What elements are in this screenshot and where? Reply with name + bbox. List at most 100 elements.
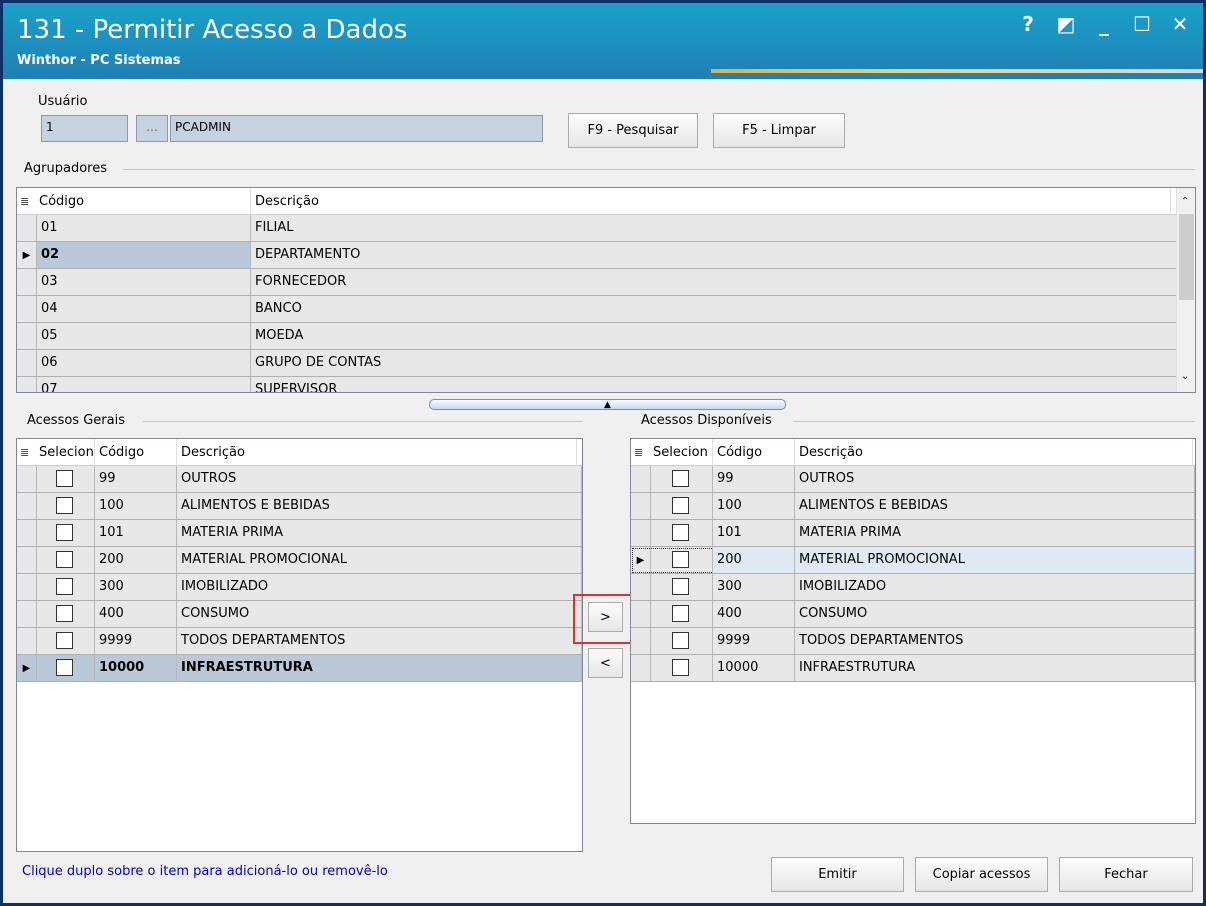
cell-codigo[interactable]: 300 xyxy=(713,574,795,600)
select-checkbox[interactable] xyxy=(56,524,73,541)
table-row[interactable]: 200 MATERIAL PROMOCIONAL xyxy=(17,547,582,574)
cell-codigo[interactable]: 07 xyxy=(37,377,251,392)
select-checkbox[interactable] xyxy=(672,551,689,568)
cell-codigo[interactable]: 9999 xyxy=(713,628,795,654)
cell-selecionar[interactable] xyxy=(37,655,95,681)
table-row[interactable]: ▶ 200 MATERIAL PROMOCIONAL xyxy=(631,547,1195,574)
cell-descricao[interactable]: MATERIAL PROMOCIONAL xyxy=(795,547,1195,573)
table-row[interactable]: 04 BANCO xyxy=(17,296,1177,323)
cell-codigo[interactable]: 01 xyxy=(37,215,251,241)
cell-codigo[interactable]: 03 xyxy=(37,269,251,295)
select-checkbox[interactable] xyxy=(56,632,73,649)
cell-codigo[interactable]: 05 xyxy=(37,323,251,349)
pesquisar-button[interactable]: F9 - Pesquisar xyxy=(568,113,698,148)
cell-codigo[interactable]: 9999 xyxy=(95,628,177,654)
copiar-acessos-button[interactable]: Copiar acessos xyxy=(915,857,1048,892)
select-checkbox[interactable] xyxy=(672,470,689,487)
table-row[interactable]: 99 OUTROS xyxy=(631,466,1195,493)
cell-descricao[interactable]: MATERIA PRIMA xyxy=(795,520,1195,546)
cell-descricao[interactable]: MATERIA PRIMA xyxy=(177,520,582,546)
table-row[interactable]: 10000 INFRAESTRUTURA xyxy=(631,655,1195,682)
cell-selecionar[interactable] xyxy=(37,520,95,546)
usuario-lookup-button[interactable]: ... xyxy=(136,115,168,142)
table-row[interactable]: 06 GRUPO DE CONTAS xyxy=(17,350,1177,377)
cell-codigo[interactable]: 400 xyxy=(713,601,795,627)
table-row[interactable]: 9999 TODOS DEPARTAMENTOS xyxy=(631,628,1195,655)
table-row[interactable]: 300 IMOBILIZADO xyxy=(17,574,582,601)
vertical-scrollbar[interactable]: ⌃ ⌄ xyxy=(1176,188,1195,392)
cell-selecionar[interactable] xyxy=(37,547,95,573)
select-checkbox[interactable] xyxy=(672,632,689,649)
cell-codigo[interactable]: 100 xyxy=(713,493,795,519)
table-row[interactable]: 300 IMOBILIZADO xyxy=(631,574,1195,601)
cell-selecionar[interactable] xyxy=(37,601,95,627)
select-checkbox[interactable] xyxy=(56,551,73,568)
cell-codigo[interactable]: 101 xyxy=(95,520,177,546)
table-row[interactable]: 99 OUTROS xyxy=(17,466,582,493)
scroll-up-icon[interactable]: ⌃ xyxy=(1181,196,1189,207)
table-row[interactable]: 100 ALIMENTOS E BEBIDAS xyxy=(631,493,1195,520)
title-bar[interactable]: 131 - Permitir Acesso a Dados Winthor - … xyxy=(3,3,1203,79)
cell-descricao[interactable]: MOEDA xyxy=(251,323,1177,349)
cell-selecionar[interactable] xyxy=(651,655,713,681)
cell-descricao[interactable]: DEPARTAMENTO xyxy=(251,242,1177,268)
cell-codigo[interactable]: 100 xyxy=(95,493,177,519)
cell-descricao[interactable]: BANCO xyxy=(251,296,1177,322)
select-checkbox[interactable] xyxy=(56,605,73,622)
cell-codigo[interactable]: 10000 xyxy=(95,655,177,681)
table-row[interactable]: 05 MOEDA xyxy=(17,323,1177,350)
cell-selecionar[interactable] xyxy=(37,466,95,492)
cell-selecionar[interactable] xyxy=(651,574,713,600)
cell-descricao[interactable]: CONSUMO xyxy=(795,601,1195,627)
cell-descricao[interactable]: TODOS DEPARTAMENTOS xyxy=(177,628,582,654)
cell-selecionar[interactable] xyxy=(37,493,95,519)
column-chooser-icon[interactable]: ≣ xyxy=(634,446,643,459)
header-descricao[interactable]: Descrição xyxy=(177,439,577,466)
select-checkbox[interactable] xyxy=(672,524,689,541)
restore-layout-icon[interactable]: ◩ xyxy=(1057,12,1076,36)
cell-codigo[interactable]: 101 xyxy=(713,520,795,546)
select-checkbox[interactable] xyxy=(56,470,73,487)
cell-selecionar[interactable] xyxy=(651,547,713,573)
header-descricao[interactable]: Descrição xyxy=(795,439,1193,466)
cell-descricao[interactable]: ALIMENTOS E BEBIDAS xyxy=(177,493,582,519)
cell-descricao[interactable]: INFRAESTRUTURA xyxy=(795,655,1195,681)
cell-selecionar[interactable] xyxy=(37,628,95,654)
header-codigo[interactable]: Código xyxy=(713,439,795,466)
scroll-thumb[interactable] xyxy=(1179,214,1194,300)
table-row[interactable]: 100 ALIMENTOS E BEBIDAS xyxy=(17,493,582,520)
header-codigo[interactable]: Código xyxy=(95,439,177,466)
cell-descricao[interactable]: IMOBILIZADO xyxy=(177,574,582,600)
scroll-down-icon[interactable]: ⌄ xyxy=(1181,371,1189,382)
cell-descricao[interactable]: GRUPO DE CONTAS xyxy=(251,350,1177,376)
column-chooser-icon[interactable]: ≣ xyxy=(20,195,29,208)
cell-descricao[interactable]: IMOBILIZADO xyxy=(795,574,1195,600)
select-checkbox[interactable] xyxy=(672,578,689,595)
cell-codigo[interactable]: 200 xyxy=(713,547,795,573)
cell-codigo[interactable]: 200 xyxy=(95,547,177,573)
fechar-button[interactable]: Fechar xyxy=(1059,857,1193,892)
cell-selecionar[interactable] xyxy=(651,466,713,492)
cell-codigo[interactable]: 10000 xyxy=(713,655,795,681)
cell-descricao[interactable]: OUTROS xyxy=(795,466,1195,492)
select-checkbox[interactable] xyxy=(56,659,73,676)
column-chooser-icon[interactable]: ≣ xyxy=(20,446,29,459)
remove-access-button[interactable]: < xyxy=(588,648,623,678)
cell-descricao[interactable]: ALIMENTOS E BEBIDAS xyxy=(795,493,1195,519)
maximize-icon[interactable]: ☐ xyxy=(1133,12,1151,36)
cell-selecionar[interactable] xyxy=(37,574,95,600)
table-row[interactable]: 07 SUPERVISOR xyxy=(17,377,1177,392)
table-row[interactable]: 101 MATERIA PRIMA xyxy=(631,520,1195,547)
cell-descricao[interactable]: TODOS DEPARTAMENTOS xyxy=(795,628,1195,654)
cell-descricao[interactable]: MATERIAL PROMOCIONAL xyxy=(177,547,582,573)
cell-selecionar[interactable] xyxy=(651,520,713,546)
usuario-code-field[interactable]: 1 xyxy=(41,115,128,142)
header-selecionar[interactable]: Selecion xyxy=(35,439,95,466)
cell-codigo[interactable]: 400 xyxy=(95,601,177,627)
select-checkbox[interactable] xyxy=(56,578,73,595)
cell-selecionar[interactable] xyxy=(651,493,713,519)
select-checkbox[interactable] xyxy=(672,497,689,514)
cell-codigo[interactable]: 99 xyxy=(713,466,795,492)
select-checkbox[interactable] xyxy=(672,659,689,676)
table-row[interactable]: 400 CONSUMO xyxy=(631,601,1195,628)
